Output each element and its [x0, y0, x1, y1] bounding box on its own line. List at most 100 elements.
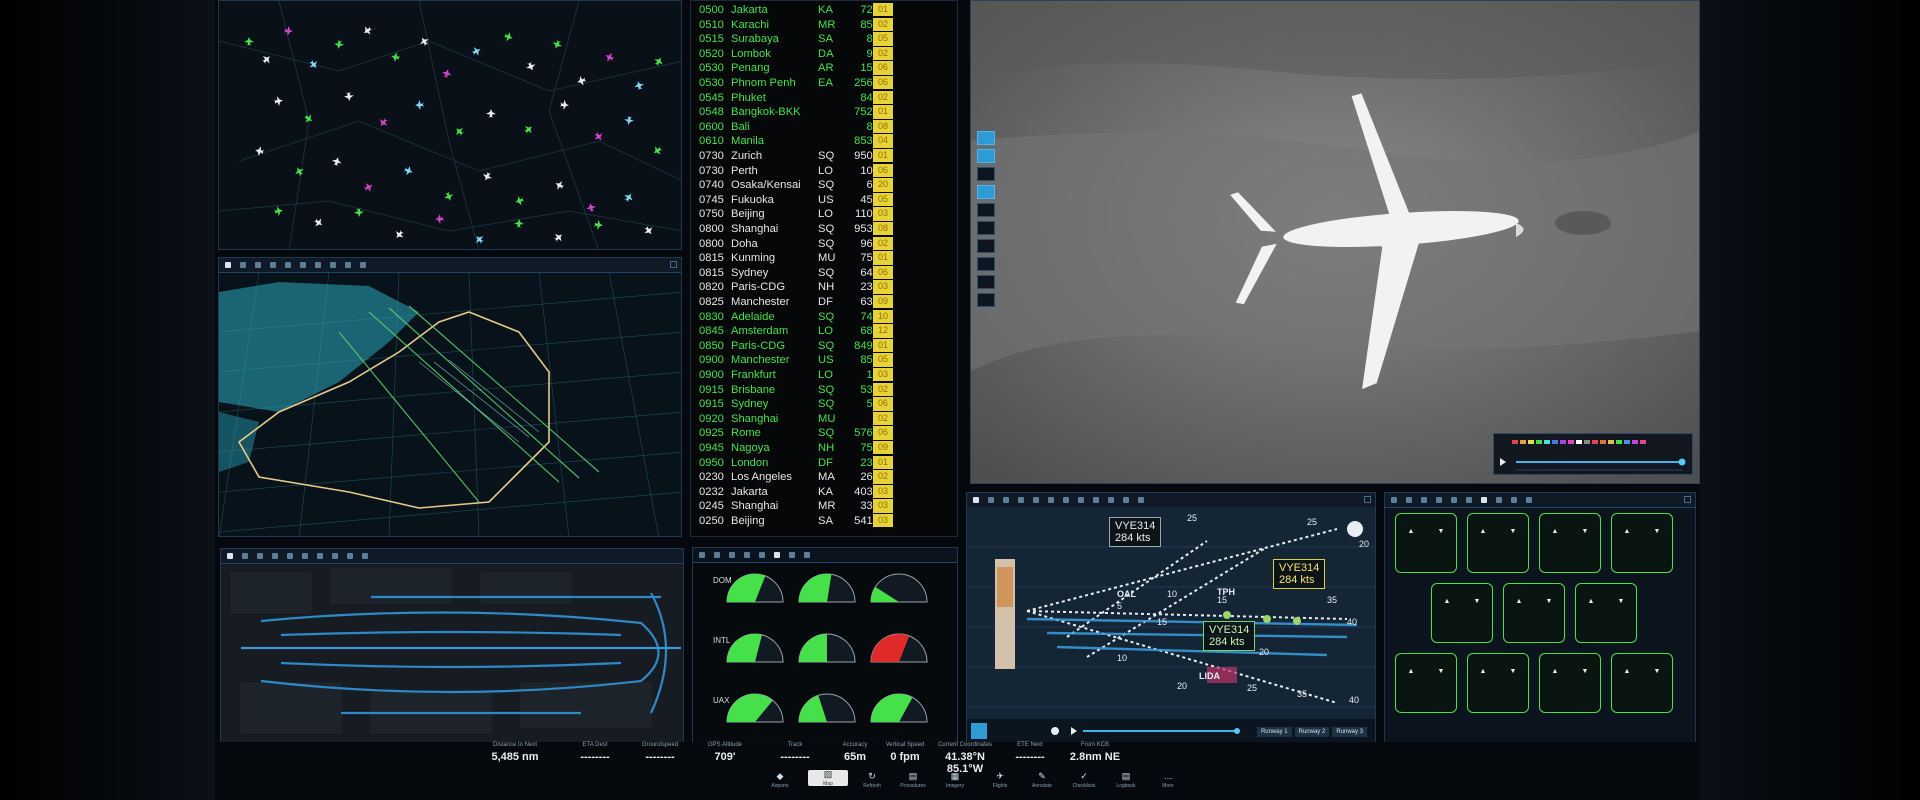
tool-button[interactable]: [977, 131, 995, 145]
tool-button[interactable]: [977, 257, 995, 271]
tool-button[interactable]: [977, 239, 995, 253]
aircraft-callout[interactable]: VYE314 284 kts: [1203, 621, 1256, 651]
aircraft-status-card[interactable]: ▲ ▼: [1467, 653, 1529, 713]
approach-chart[interactable]: 25 2520 1015 35 5152040 1020 253540: [967, 507, 1376, 744]
nav-airports-button[interactable]: ◆ Airports: [760, 772, 800, 790]
tool-icon[interactable]: [345, 262, 351, 268]
runway-3-button[interactable]: Runway 3: [1332, 727, 1367, 737]
tool-icon[interactable]: [255, 262, 261, 268]
tool-icon[interactable]: [1078, 497, 1084, 503]
nav-annotate-button[interactable]: ✎ Annotate: [1022, 772, 1062, 790]
tool-icon[interactable]: [1138, 497, 1144, 503]
aircraft-status-card[interactable]: ▲ ▼: [1503, 583, 1565, 643]
nav-checklists-button[interactable]: ✓ Checklists: [1064, 772, 1104, 790]
tool-button[interactable]: [977, 203, 995, 217]
tool-button[interactable]: [977, 185, 995, 199]
tool-icon[interactable]: [804, 552, 810, 558]
tool-icon[interactable]: [1108, 497, 1114, 503]
tool-icon[interactable]: [729, 552, 735, 558]
tool-icon[interactable]: [330, 262, 336, 268]
nav-logbook-button[interactable]: ▤ Logbook: [1106, 772, 1146, 790]
tool-icon[interactable]: [285, 262, 291, 268]
aircraft-status-card[interactable]: ▲ ▼: [1575, 583, 1637, 643]
tool-icon[interactable]: [988, 497, 994, 503]
tool-icon[interactable]: [240, 262, 246, 268]
runway-2-button[interactable]: Runway 2: [1294, 727, 1330, 737]
tool-icon[interactable]: [1496, 497, 1502, 503]
tool-icon[interactable]: [225, 262, 231, 268]
close-icon[interactable]: [670, 261, 677, 268]
airport-3d-view[interactable]: [219, 272, 682, 537]
tool-icon[interactable]: [302, 553, 308, 559]
tool-icon[interactable]: [242, 553, 248, 559]
aircraft-status-card[interactable]: ▲ ▼: [1395, 653, 1457, 713]
thermal-camera-panel[interactable]: [970, 0, 1700, 484]
tool-icon[interactable]: [973, 497, 979, 503]
aircraft-status-card[interactable]: ▲ ▼: [1467, 513, 1529, 573]
tool-icon[interactable]: [1391, 497, 1397, 503]
tool-icon[interactable]: [1003, 497, 1009, 503]
tool-icon[interactable]: [789, 552, 795, 558]
tool-icon[interactable]: [315, 262, 321, 268]
aircraft-status-panel[interactable]: ▲ ▼ ▲ ▼ ▲ ▼ ▲ ▼ ▲ ▼ ▲ ▼ ▲ ▼ ▲ ▼ ▲ ▼ ▲ ▼ ▲ ▼: [1384, 492, 1696, 744]
aircraft-status-card[interactable]: ▲ ▼: [1611, 513, 1673, 573]
tool-icon[interactable]: [257, 553, 263, 559]
thermal-camera-feed[interactable]: [971, 1, 1700, 484]
tool-icon[interactable]: [272, 553, 278, 559]
nav-map-button[interactable]: ▧ Map: [808, 770, 848, 787]
tool-icon[interactable]: [699, 552, 705, 558]
taxi-map-panel[interactable]: [220, 548, 684, 748]
video-player-controls[interactable]: [1493, 433, 1693, 475]
runway-1-button[interactable]: Runway 1: [1256, 727, 1292, 737]
aircraft-status-card[interactable]: ▲ ▼: [1539, 653, 1601, 713]
tool-icon[interactable]: [1436, 497, 1442, 503]
aircraft-status-card[interactable]: ▲ ▼: [1395, 513, 1457, 573]
tool-icon[interactable]: [1421, 497, 1427, 503]
traffic-map[interactable]: [219, 1, 682, 250]
tool-icon[interactable]: [1511, 497, 1517, 503]
traffic-map-panel[interactable]: [218, 0, 682, 250]
tool-icon[interactable]: [774, 552, 780, 558]
tool-icon[interactable]: [300, 262, 306, 268]
tool-icon[interactable]: [759, 552, 765, 558]
tool-icon[interactable]: [1123, 497, 1129, 503]
nav-more-button[interactable]: … More: [1148, 772, 1188, 790]
zoom-in-button[interactable]: [977, 275, 995, 289]
tool-button[interactable]: [977, 221, 995, 235]
tool-icon[interactable]: [744, 552, 750, 558]
tool-icon[interactable]: [1048, 497, 1054, 503]
tool-icon[interactable]: [1481, 497, 1487, 503]
tool-button[interactable]: [977, 167, 995, 181]
tool-icon[interactable]: [1063, 497, 1069, 503]
nav-refresh-button[interactable]: ↻ Refresh: [852, 772, 892, 790]
tool-icon[interactable]: [362, 553, 368, 559]
close-icon[interactable]: [1684, 496, 1691, 503]
approach-chart-panel[interactable]: 25 25 20 10 15 35 5 15 20 40 10 20 25 35 40 VYE314 2…: [966, 492, 1376, 744]
airport-3d-panel[interactable]: [218, 257, 682, 537]
tool-icon[interactable]: [360, 262, 366, 268]
tool-icon[interactable]: [1093, 497, 1099, 503]
tool-icon[interactable]: [714, 552, 720, 558]
tool-icon[interactable]: [332, 553, 338, 559]
tool-icon[interactable]: [1406, 497, 1412, 503]
nav-flights-button[interactable]: ✈ Flights: [980, 772, 1020, 790]
nav-imagery-button[interactable]: ▦ Imagery: [935, 772, 975, 790]
aircraft-status-card[interactable]: ▲ ▼: [1611, 653, 1673, 713]
zoom-out-button[interactable]: [977, 293, 995, 307]
tool-icon[interactable]: [1018, 497, 1024, 503]
aircraft-status-card[interactable]: ▲ ▼: [1539, 513, 1601, 573]
tool-icon[interactable]: [1451, 497, 1457, 503]
aircraft-callout[interactable]: VYE314 284 kts: [1109, 517, 1162, 547]
tool-button[interactable]: [977, 149, 995, 163]
tool-icon[interactable]: [1526, 497, 1532, 503]
tool-icon[interactable]: [347, 553, 353, 559]
tool-icon[interactable]: [287, 553, 293, 559]
tool-icon[interactable]: [317, 553, 323, 559]
close-icon[interactable]: [1364, 496, 1371, 503]
capacity-gauges-panel[interactable]: DOM INTL UAX: [692, 547, 958, 745]
tool-icon[interactable]: [1033, 497, 1039, 503]
flight-departures-board[interactable]: 0500 Jakarta KA 724 01 0510 Karachi MR 851 02 0515…: [690, 0, 958, 537]
aircraft-callout[interactable]: VYE314 284 kts: [1273, 559, 1326, 589]
aircraft-status-card[interactable]: ▲ ▼: [1431, 583, 1493, 643]
taxi-map[interactable]: [221, 563, 684, 748]
